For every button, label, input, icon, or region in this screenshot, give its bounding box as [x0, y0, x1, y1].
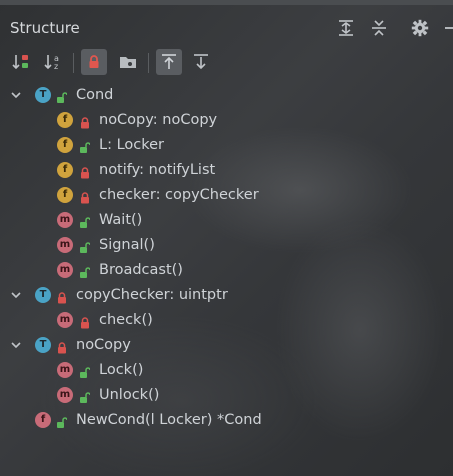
lock-closed-icon: [57, 289, 67, 303]
tree-node-method[interactable]: m Broadcast(): [0, 257, 453, 282]
tree-node-label: Unlock(): [99, 386, 160, 403]
tree-node-method[interactable]: m Unlock(): [0, 382, 453, 407]
sort-by-visibility-icon[interactable]: [8, 49, 34, 75]
gear-icon[interactable]: [410, 18, 430, 38]
lock-closed-icon: [80, 314, 90, 328]
tree-node-newcond[interactable]: f NewCond(l Locker) *Cond: [0, 407, 453, 432]
tree-node-label: Lock(): [99, 361, 144, 378]
tree-node-field[interactable]: f L: Locker: [0, 132, 453, 157]
lock-closed-icon: [80, 114, 90, 128]
method-icon: m: [57, 211, 73, 228]
method-icon: m: [57, 361, 73, 378]
svg-text:z: z: [54, 62, 58, 71]
tree-node-nocopy[interactable]: T noCopy: [0, 332, 453, 357]
tree-node-method[interactable]: m check(): [0, 307, 453, 332]
lock-open-icon: [80, 139, 91, 153]
tree-node-label: noCopy: [76, 336, 131, 353]
method-icon: m: [57, 386, 73, 403]
tree-node-field[interactable]: f checker: copyChecker: [0, 182, 453, 207]
lock-open-icon: [57, 89, 68, 103]
structure-panel-header: Structure: [0, 5, 453, 45]
field-icon: f: [57, 111, 73, 128]
lock-closed-icon: [80, 189, 90, 203]
tree-node-label: check(): [99, 311, 153, 328]
field-icon: f: [57, 161, 73, 178]
method-icon: m: [57, 261, 73, 278]
tree-node-label: notify: notifyList: [99, 161, 216, 178]
tree-node-field[interactable]: f notify: notifyList: [0, 157, 453, 182]
tree-node-label: copyChecker: uintptr: [76, 286, 228, 303]
tree-node-label: noCopy: noCopy: [99, 111, 218, 128]
lock-closed-icon: [80, 164, 90, 178]
type-icon: T: [35, 286, 51, 303]
function-icon: f: [35, 411, 51, 428]
chevron-down-icon[interactable]: [10, 289, 22, 301]
chevron-down-icon[interactable]: [10, 339, 22, 351]
toolbar-separator: [148, 53, 149, 73]
tree-node-label: Signal(): [99, 236, 155, 253]
expand-all-icon[interactable]: [336, 18, 356, 38]
tree-node-label: L: Locker: [99, 136, 165, 153]
method-icon: m: [57, 236, 73, 253]
tree-node-method[interactable]: m Signal(): [0, 232, 453, 257]
method-icon: m: [57, 311, 73, 328]
tree-node-label: Wait(): [99, 211, 143, 228]
lock-open-icon: [80, 264, 91, 278]
field-icon: f: [57, 186, 73, 203]
sort-alphabetically-icon[interactable]: az: [40, 49, 66, 75]
show-folders-icon[interactable]: [115, 49, 141, 75]
type-icon: T: [35, 86, 51, 103]
structure-toolbar: az: [0, 45, 453, 81]
show-non-public-lock-icon[interactable]: [81, 49, 107, 75]
tree-node-method[interactable]: m Wait(): [0, 207, 453, 232]
lock-open-icon: [57, 414, 68, 428]
field-icon: f: [57, 136, 73, 153]
tree-node-label: Cond: [76, 86, 114, 103]
tree-node-label: checker: copyChecker: [99, 186, 259, 203]
lock-open-icon: [80, 364, 91, 378]
tree-node-cond[interactable]: T Cond: [0, 82, 453, 107]
autoscroll-to-source-icon[interactable]: [156, 49, 182, 75]
tree-node-method[interactable]: m Lock(): [0, 357, 453, 382]
toolbar-separator: [73, 53, 74, 73]
lock-open-icon: [80, 214, 91, 228]
chevron-down-icon[interactable]: [10, 89, 22, 101]
tree-node-label: Broadcast(): [99, 261, 183, 278]
type-icon: T: [35, 336, 51, 353]
collapse-all-icon[interactable]: [369, 18, 389, 38]
lock-closed-icon: [57, 339, 67, 353]
autoscroll-from-source-icon[interactable]: [188, 49, 214, 75]
tree-node-field[interactable]: f noCopy: noCopy: [0, 107, 453, 132]
lock-open-icon: [80, 389, 91, 403]
tree-node-label: NewCond(l Locker) *Cond: [76, 411, 262, 428]
panel-title: Structure: [10, 19, 80, 37]
minimize-icon[interactable]: [440, 18, 453, 38]
tree-node-copychecker[interactable]: T copyChecker: uintptr: [0, 282, 453, 307]
lock-open-icon: [80, 239, 91, 253]
